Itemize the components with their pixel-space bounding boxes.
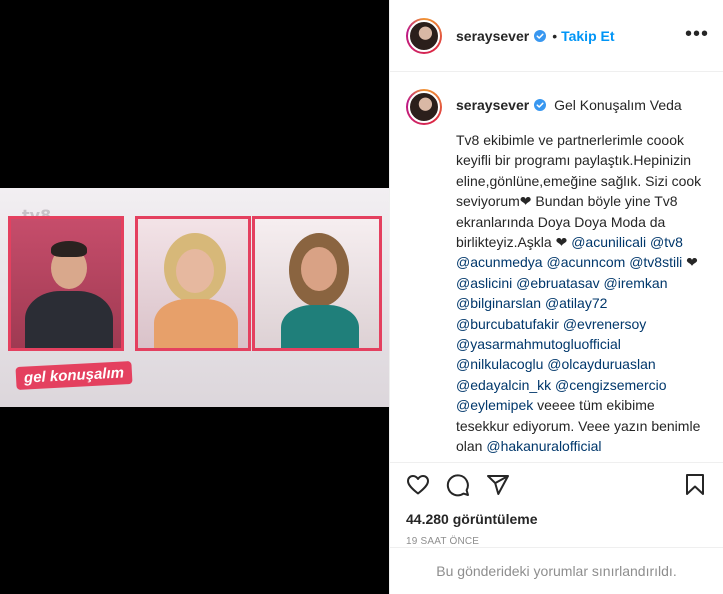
instagram-post: tv8 gel konuşalım	[0, 0, 723, 594]
caption-title-line: seraysever Gel Konuşalım Veda	[456, 96, 707, 114]
avatar[interactable]	[408, 19, 440, 52]
verified-icon	[534, 29, 547, 42]
post-header: seraysever • Takip Et •••	[390, 0, 723, 72]
caption-area: seraysever Gel Konuşalım Veda Tv8 ekibim…	[390, 73, 723, 461]
caption-title: Gel Konuşalım Veda	[554, 97, 682, 113]
post-media[interactable]: tv8 gel konuşalım	[0, 0, 389, 594]
avatar-story-ring[interactable]	[406, 17, 442, 54]
caption-username[interactable]: seraysever	[456, 97, 529, 113]
mention-link[interactable]: @tv8	[650, 234, 683, 250]
mention-link[interactable]: @aslicini	[456, 275, 512, 291]
mention-link[interactable]: @ebruatasav	[516, 275, 599, 291]
video-panel-host	[8, 216, 124, 351]
video-player[interactable]: tv8 gel konuşalım	[0, 188, 389, 407]
guest1-head	[176, 249, 214, 293]
caption-text-segment	[667, 377, 671, 393]
view-count[interactable]: 44.280 görüntüleme	[406, 511, 707, 527]
caption-text-segment	[607, 295, 611, 311]
caption-text-segment: ❤	[682, 254, 702, 271]
guest2-head	[301, 247, 337, 291]
mention-link[interactable]: @yasarmahmutogluofficial	[456, 336, 621, 352]
caption-avatar-ring[interactable]	[406, 89, 442, 125]
mention-link[interactable]: @bilginarslan	[456, 295, 541, 311]
mention-link[interactable]: @acunncom	[546, 254, 625, 270]
caption-text-segment: ve	[656, 459, 679, 462]
video-panel-guest-2	[252, 216, 382, 351]
mention-link[interactable]: @nilkulacoglu	[456, 356, 543, 372]
caption-text-segment	[621, 336, 625, 352]
mention-link[interactable]: @hakanuralofficial	[486, 438, 601, 454]
separator-dot: •	[552, 27, 558, 44]
mention-link[interactable]: @eylemipek	[456, 397, 533, 413]
caption-avatar[interactable]	[408, 91, 440, 123]
comments-disabled-notice: Bu gönderideki yorumlar sınırlandırıldı.	[390, 547, 723, 594]
caption-text-segment	[602, 438, 606, 454]
mention-link[interactable]: @cankaraman	[565, 459, 656, 462]
guest1-body	[154, 299, 238, 348]
caption-text-segment	[656, 356, 660, 372]
mention-link[interactable]: @evrenersoy	[563, 316, 646, 332]
mention-link[interactable]: @cengizsemercio	[555, 377, 666, 393]
post-timestamp[interactable]: 19 SAAT ÖNCE	[406, 536, 707, 547]
host-body	[25, 291, 113, 348]
caption-text: seraysever Gel Konuşalım Veda Tv8 ekibim…	[456, 89, 707, 461]
bookmark-icon[interactable]	[683, 473, 707, 497]
video-panel-guest-1	[135, 216, 251, 351]
caption-row: seraysever Gel Konuşalım Veda Tv8 ekibim…	[406, 89, 707, 461]
guest2-body	[281, 305, 359, 348]
mention-link[interactable]: @edayalcin_kk	[456, 377, 551, 393]
caption-text-segment	[683, 234, 687, 250]
mention-link[interactable]: @burcubatufakir	[456, 316, 559, 332]
header-username[interactable]: seraysever	[456, 28, 529, 44]
mention-link[interactable]: @acunilicali	[571, 234, 646, 250]
mention-link[interactable]: @ferayetanyolac	[456, 459, 561, 462]
mention-link[interactable]: @iremkan	[604, 275, 668, 291]
caption-text-segment	[646, 316, 650, 332]
action-icons	[406, 467, 707, 503]
mention-link[interactable]: @acunmedya	[456, 254, 543, 270]
post-side-panel: seraysever • Takip Et ••• seraysever Gel…	[389, 0, 723, 594]
more-options-icon[interactable]: •••	[685, 24, 709, 44]
comment-icon[interactable]	[446, 473, 470, 497]
follow-button[interactable]: Takip Et	[561, 28, 614, 44]
caption-body: Tv8 ekibimle ve partnerlerimle coook key…	[456, 130, 707, 461]
host-hair	[51, 241, 87, 257]
share-icon[interactable]	[486, 473, 510, 497]
mention-link[interactable]: @atilay72	[545, 295, 607, 311]
caption-text-segment	[668, 275, 672, 291]
caption-text-segment: Tv8 ekibimle ve partnerlerimle coook key…	[456, 132, 706, 251]
verified-icon	[534, 99, 547, 111]
mention-link[interactable]: @tv8stili	[629, 254, 682, 270]
mention-link[interactable]: @olcayduruaslan	[547, 356, 655, 372]
post-actions: 44.280 görüntüleme 19 SAAT ÖNCE	[390, 462, 723, 547]
heart-icon[interactable]	[406, 473, 430, 497]
